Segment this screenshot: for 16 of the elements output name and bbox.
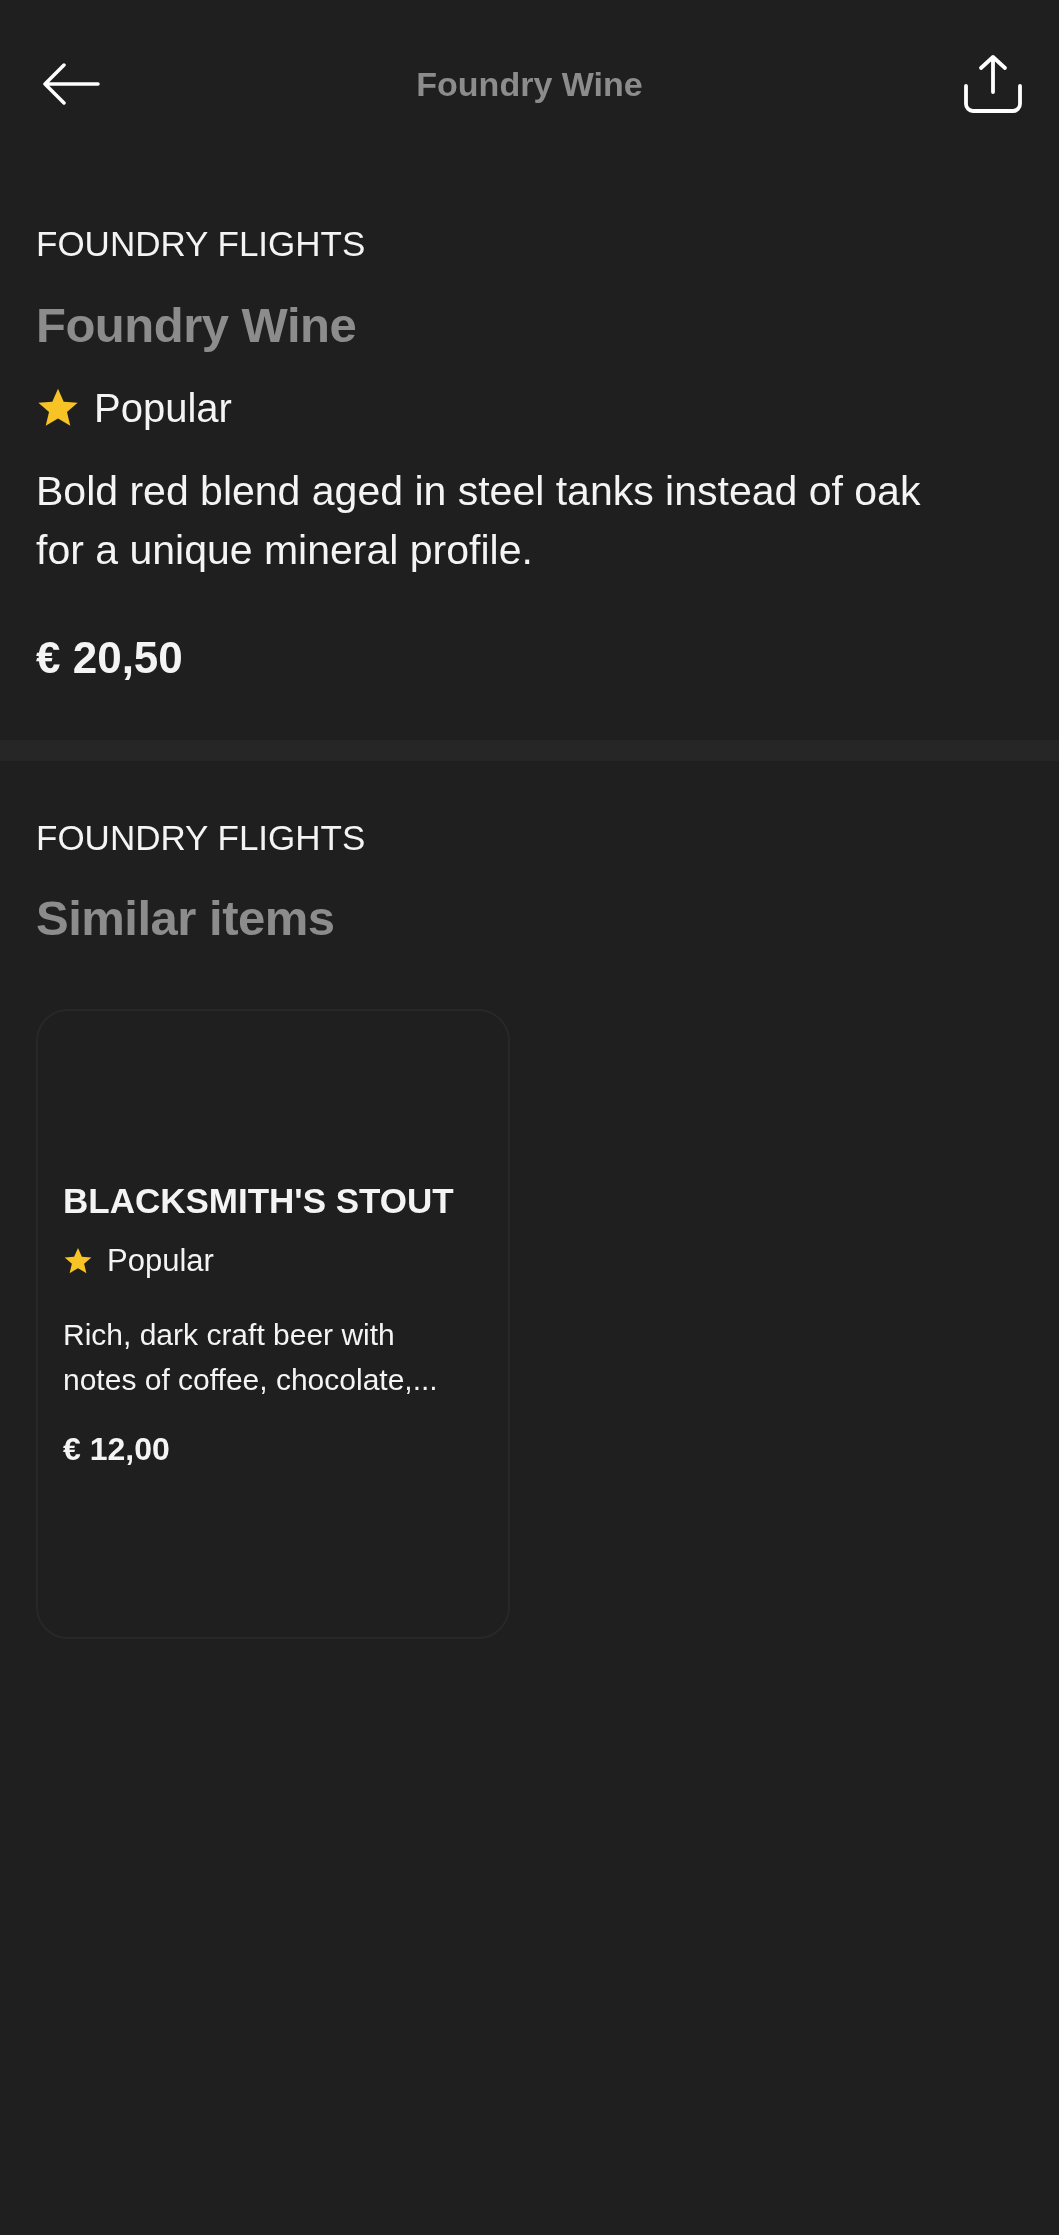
product-description: Bold red blend aged in steel tanks instead of oak for a unique mineral profile. [36,467,922,575]
product-price: € 20,50 [36,634,183,682]
section-title: Similar items [36,890,335,946]
share-icon [963,54,1023,114]
card-description: Rich, dark craft beer with notes of coffee, chocolate,... [63,1317,439,1398]
category-label: FOUNDRY FLIGHTS [36,818,366,858]
card-price: € 12,00 [63,1431,170,1467]
star-icon [63,1246,93,1276]
header-title: Foundry Wine [416,64,643,104]
product-title: Foundry Wine [36,297,357,353]
product-card[interactable]: BLACKSMITH'S STOUT Popular Rich, dark craft beer with notes of coffee, chocolate,... € 12,00 [36,1009,510,1639]
popular-label: Popular [94,385,232,432]
category-label: FOUNDRY FLIGHTS [36,224,366,264]
back-arrow-icon [42,63,100,105]
card-title: BLACKSMITH'S STOUT [63,1181,454,1221]
popular-label: Popular [107,1243,214,1279]
